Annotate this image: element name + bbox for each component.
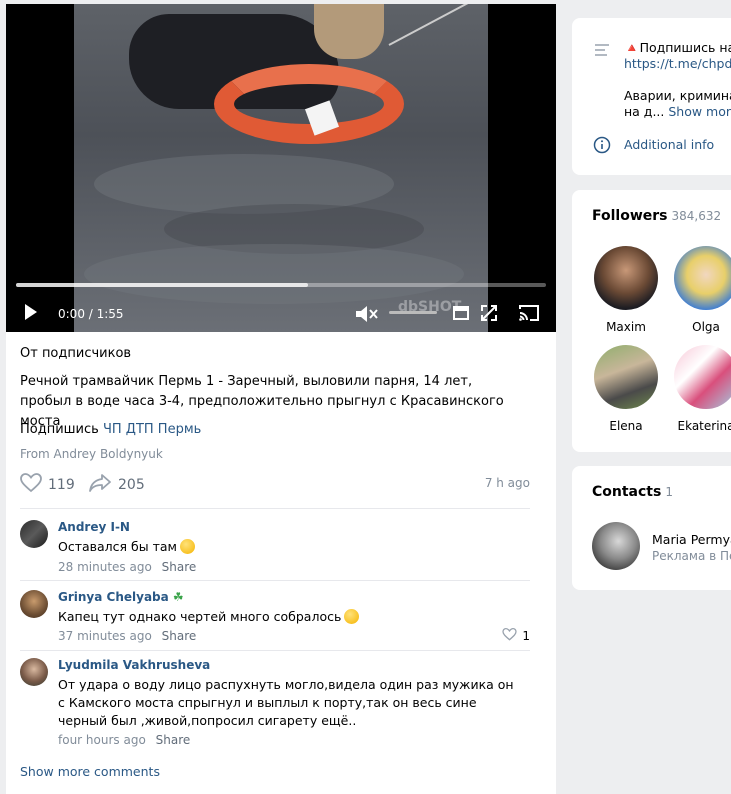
divider bbox=[20, 580, 530, 581]
video-player[interactable]: dbSHOT 0:00 / 1:55 bbox=[6, 4, 556, 332]
post-source: От подписчиков bbox=[20, 346, 132, 361]
miniplayer-icon[interactable] bbox=[452, 304, 470, 325]
avatar[interactable] bbox=[20, 520, 48, 548]
grin-emoji-icon bbox=[179, 539, 195, 554]
additional-info-link[interactable]: Additional info bbox=[624, 137, 714, 153]
share-count: 205 bbox=[118, 477, 145, 493]
about-text-line: на д... Show more bbox=[624, 104, 731, 120]
follower-name: Olga bbox=[692, 320, 720, 334]
contact-name[interactable]: Maria Permya bbox=[652, 532, 731, 547]
like-button[interactable]: 119 bbox=[20, 473, 75, 497]
about-link[interactable]: https://t.me/chpdtp bbox=[624, 56, 731, 72]
contacts-title[interactable]: Contacts 1 bbox=[592, 484, 673, 500]
follower-item[interactable]: Ekaterina bbox=[671, 345, 731, 433]
contact-subtitle: Реклама в Пе bbox=[652, 549, 731, 563]
about-text-line: Аварии, кримина bbox=[624, 88, 731, 103]
share-arrow-icon bbox=[88, 473, 112, 497]
post-subscribe: Подпишись ЧП ДТП Пермь bbox=[20, 422, 201, 437]
comment-meta: four hours ago Share bbox=[58, 733, 190, 747]
followers-card: Followers 384,632 Maxim Olga Elena Ekater… bbox=[572, 190, 731, 452]
comment-time[interactable]: 28 minutes ago bbox=[58, 560, 152, 574]
mute-icon[interactable] bbox=[354, 304, 380, 327]
comment-text: Оставался бы там bbox=[58, 538, 518, 556]
comment-text: От удара о воду лицо распухнуть могло,ви… bbox=[58, 677, 514, 728]
contacts-card: Contacts 1 Maria Permya Реклама в Пе bbox=[572, 466, 731, 590]
comment-like-button[interactable]: 1 bbox=[502, 627, 530, 644]
avatar[interactable] bbox=[20, 590, 48, 618]
post-author-from[interactable]: From Andrey Boldynyuk bbox=[20, 447, 163, 461]
follower-name: Maxim bbox=[606, 320, 646, 334]
comment-meta: 28 minutes ago Share bbox=[58, 560, 196, 574]
divider bbox=[20, 508, 530, 509]
like-count: 119 bbox=[48, 477, 75, 493]
comment-share-button[interactable]: Share bbox=[162, 629, 197, 643]
heart-icon bbox=[502, 627, 518, 644]
comment-item: Andrey I-N Оставался бы там 28 minutes a… bbox=[20, 520, 530, 578]
follower-name: Ekaterina bbox=[677, 419, 731, 433]
post-time[interactable]: 7 h ago bbox=[485, 476, 530, 490]
follower-name: Elena bbox=[609, 419, 643, 433]
comment-item: Lyudmila Vakhrusheva От удара о воду лиц… bbox=[20, 658, 530, 753]
comment-share-button[interactable]: Share bbox=[156, 733, 191, 747]
subscribe-prefix: Подпишись bbox=[20, 422, 99, 437]
comment-author[interactable]: Grinya Chelyaba ☘ bbox=[58, 590, 184, 604]
comment-author[interactable]: Lyudmila Vakhrusheva bbox=[58, 658, 210, 672]
description-icon bbox=[594, 42, 610, 61]
avatar bbox=[594, 345, 658, 409]
follower-item[interactable]: Olga bbox=[671, 246, 731, 334]
avatar bbox=[594, 246, 658, 310]
video-controls: 0:00 / 1:55 bbox=[6, 296, 556, 332]
clover-icon: ☘ bbox=[172, 590, 184, 604]
avatar bbox=[674, 345, 731, 409]
video-progress-bar[interactable] bbox=[16, 283, 546, 287]
cast-icon[interactable] bbox=[518, 304, 540, 325]
subscribe-link[interactable]: ЧП ДТП Пермь bbox=[103, 422, 201, 437]
show-more-comments-link[interactable]: Show more comments bbox=[20, 764, 160, 779]
comment-share-button[interactable]: Share bbox=[162, 560, 197, 574]
avatar[interactable] bbox=[20, 658, 48, 686]
show-more-link[interactable]: Show more bbox=[668, 104, 731, 119]
follower-item[interactable]: Maxim bbox=[591, 246, 661, 334]
follower-item[interactable]: Elena bbox=[591, 345, 661, 433]
video-progress-fill bbox=[16, 283, 308, 287]
avatar bbox=[674, 246, 731, 310]
comment-like-count: 1 bbox=[522, 629, 530, 643]
post-actions: 119 205 7 h ago bbox=[20, 473, 530, 499]
comment-time[interactable]: 37 minutes ago bbox=[58, 629, 152, 643]
comment-item: Grinya Chelyaba ☘ Капец тут однако черте… bbox=[20, 590, 530, 648]
comment-author[interactable]: Andrey I-N bbox=[58, 520, 130, 534]
volume-slider[interactable] bbox=[389, 311, 437, 314]
about-card: 🔺Подпишись на https://t.me/chpdtp Аварии… bbox=[572, 18, 731, 175]
divider bbox=[20, 650, 530, 651]
followers-count: 384,632 bbox=[671, 209, 722, 223]
comment-text: Капец тут однако чертей много собралось bbox=[58, 608, 518, 626]
play-icon[interactable] bbox=[22, 301, 40, 326]
avatar[interactable] bbox=[592, 522, 640, 570]
info-icon bbox=[593, 136, 611, 158]
about-text-line: 🔺Подпишись на bbox=[624, 40, 731, 55]
share-button[interactable]: 205 bbox=[88, 473, 145, 497]
comment-time[interactable]: four hours ago bbox=[58, 733, 146, 747]
comment-meta: 37 minutes ago Share bbox=[58, 629, 196, 643]
video-time: 0:00 / 1:55 bbox=[58, 307, 124, 321]
fullscreen-icon[interactable] bbox=[480, 304, 498, 325]
astonished-emoji-icon bbox=[344, 609, 360, 624]
contacts-count: 1 bbox=[665, 485, 673, 499]
heart-icon bbox=[20, 473, 42, 497]
followers-title[interactable]: Followers 384,632 bbox=[592, 208, 721, 224]
